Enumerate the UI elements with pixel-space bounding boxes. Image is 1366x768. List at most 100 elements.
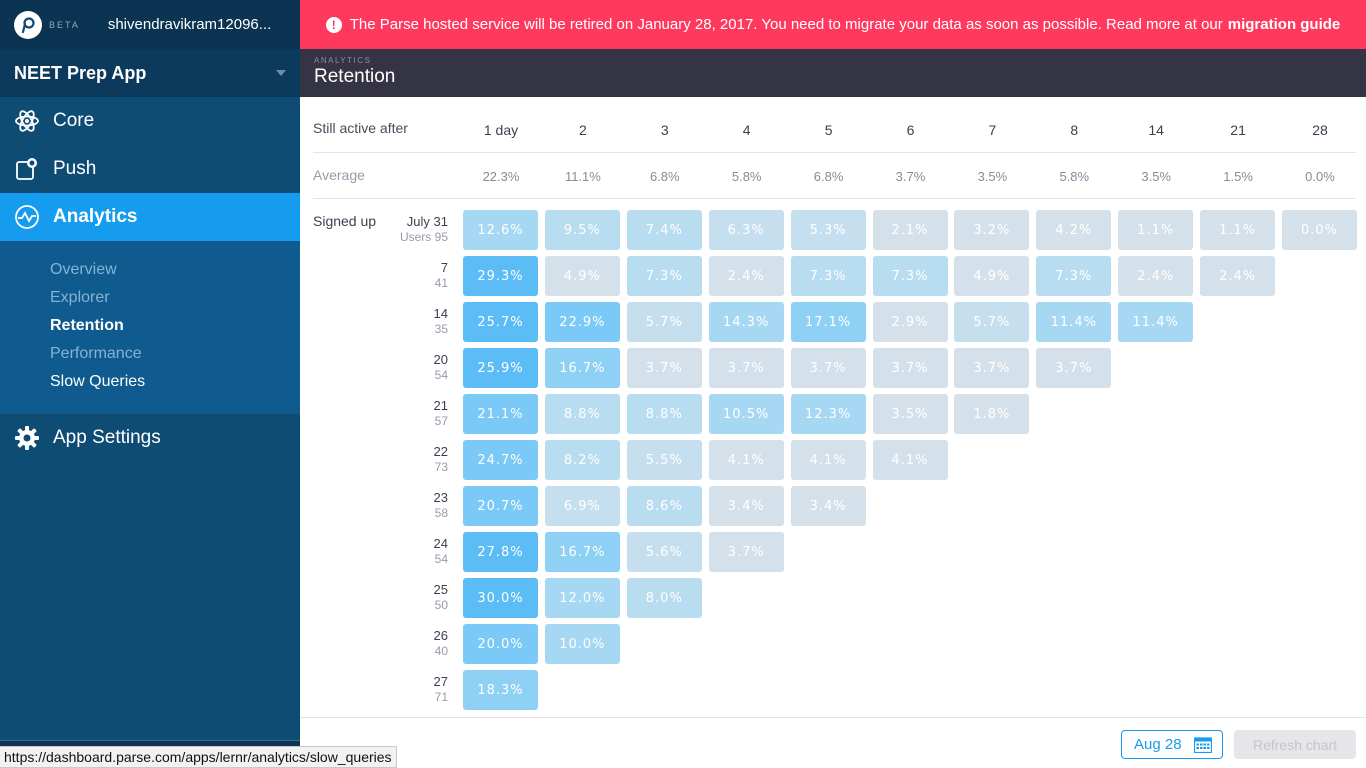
cohort-label: 21 57 [360, 398, 448, 428]
divider [313, 198, 1356, 199]
retention-cell: 25.7% [463, 302, 538, 342]
cohort-users: 58 [434, 506, 448, 520]
cohort-label: July 31 Users 95 [360, 214, 448, 244]
retention-cell: 12.0% [544, 578, 620, 618]
nav-item-analytics[interactable]: Analytics [0, 193, 300, 241]
cohort-users: 73 [434, 460, 448, 474]
retention-cell: 24.7% [463, 440, 538, 480]
cohort-users: Users 95 [399, 230, 448, 244]
retention-cell: 3.7% [626, 348, 702, 388]
alert-icon: ! [325, 16, 342, 33]
average-value: 22.3% [482, 169, 520, 184]
retention-cell: 2.4% [1118, 256, 1194, 296]
cohort-users: 57 [434, 414, 448, 428]
page-header: ANALYTICS Retention [300, 49, 1366, 97]
retention-cell: 0.0% [1282, 210, 1357, 250]
subnav-slow-queries[interactable]: Slow Queries [0, 368, 300, 396]
average-value: 5.8% [1059, 169, 1090, 184]
nav-item-push[interactable]: Push [0, 145, 300, 193]
retention-cell: 5.6% [626, 532, 702, 572]
subnav-explorer[interactable]: Explorer [0, 284, 300, 312]
retention-cell: 4.9% [954, 256, 1030, 296]
nav-item-core[interactable]: Core [0, 97, 300, 145]
analytics-subnav: Overview Explorer Retention Performance … [0, 241, 300, 414]
retention-cell: 11.4% [1118, 302, 1194, 342]
retention-cell: 3.7% [708, 348, 784, 388]
cohort-users: 50 [434, 598, 448, 612]
retention-cell: 3.4% [790, 486, 866, 526]
average-value: 5.8% [731, 169, 762, 184]
retention-cell: 1.1% [1200, 210, 1276, 250]
retention-cell: 2.4% [1200, 256, 1276, 296]
column-header: 21 [1230, 122, 1246, 138]
retention-cell: 18.3% [463, 670, 538, 710]
retention-cell: 7.3% [790, 256, 866, 296]
retention-cell: 5.7% [626, 302, 702, 342]
retention-cell: 6.9% [544, 486, 620, 526]
cohort-label: 26 40 [360, 628, 448, 658]
retention-cell: 11.4% [1036, 302, 1112, 342]
retention-cell: 30.0% [463, 578, 538, 618]
sidebar: BETA shivendravikram12096... NEET Prep A… [0, 0, 300, 768]
column-header: 28 [1312, 122, 1328, 138]
cohort-date: 25 [433, 582, 448, 597]
retention-cell: 10.5% [708, 394, 784, 434]
average-value: 3.5% [977, 169, 1008, 184]
average-value: 6.8% [649, 169, 680, 184]
refresh-chart-button[interactable]: Refresh chart [1234, 730, 1356, 759]
retention-cell: 7.3% [626, 256, 702, 296]
section-label: ANALYTICS [314, 56, 372, 65]
cohort-date: 7 [440, 260, 448, 275]
app-selector[interactable]: NEET Prep App [0, 49, 300, 97]
cohort-date: July 31 [406, 214, 448, 229]
date-value: Aug 28 [1134, 736, 1182, 753]
column-header: 2 [578, 122, 587, 138]
nav-label-app-settings: App Settings [53, 427, 161, 448]
column-header: 7 [988, 122, 997, 138]
cohort-users: 54 [434, 368, 448, 382]
retention-cell: 8.0% [626, 578, 702, 618]
cohort-label: 7 41 [360, 260, 448, 290]
nav-label-analytics: Analytics [53, 206, 138, 227]
atom-icon [14, 108, 40, 134]
parse-logo-icon[interactable] [14, 10, 42, 39]
cohort-label: 25 50 [360, 582, 448, 612]
column-header: 1 day [483, 122, 519, 138]
migration-guide-link[interactable]: migration guide [1228, 16, 1341, 33]
retention-cell: 3.2% [954, 210, 1030, 250]
retention-cell: 10.0% [544, 624, 620, 664]
cohort-date: 27 [433, 674, 448, 689]
retention-cell: 8.8% [626, 394, 702, 434]
date-picker-button[interactable]: Aug 28 [1121, 730, 1223, 759]
analytics-icon [14, 204, 40, 230]
app-name: NEET Prep App [14, 62, 147, 83]
cohort-users: 35 [434, 322, 448, 336]
cohort-date: 20 [433, 352, 448, 367]
retention-cell: 3.4% [708, 486, 784, 526]
average-value: 3.5% [1141, 169, 1171, 184]
retention-cell: 22.9% [544, 302, 620, 342]
retention-cell: 3.7% [954, 348, 1030, 388]
average-value: 1.5% [1223, 169, 1253, 184]
retention-cell: 8.2% [544, 440, 620, 480]
column-header: 6 [906, 122, 915, 138]
retention-cell: 8.8% [544, 394, 620, 434]
subnav-retention[interactable]: Retention [0, 312, 300, 340]
subnav-overview[interactable]: Overview [0, 256, 300, 284]
retention-cell: 5.7% [954, 302, 1030, 342]
retention-cell: 16.7% [544, 532, 620, 572]
calendar-icon [1193, 737, 1213, 754]
subnav-performance[interactable]: Performance [0, 340, 300, 368]
still-active-label: Still active after [313, 120, 408, 136]
nav-item-app-settings[interactable]: App Settings [0, 414, 300, 462]
retention-cell: 12.3% [790, 394, 866, 434]
retention-cell: 4.2% [1036, 210, 1112, 250]
divider [313, 152, 1356, 153]
retention-cell: 29.3% [463, 256, 538, 296]
column-header: 4 [742, 122, 751, 138]
retention-cell: 3.7% [708, 532, 784, 572]
username[interactable]: shivendravikram12096... [108, 16, 271, 33]
column-header: 14 [1148, 122, 1164, 138]
page-title: Retention [314, 66, 396, 87]
cohort-date: 23 [433, 490, 448, 505]
